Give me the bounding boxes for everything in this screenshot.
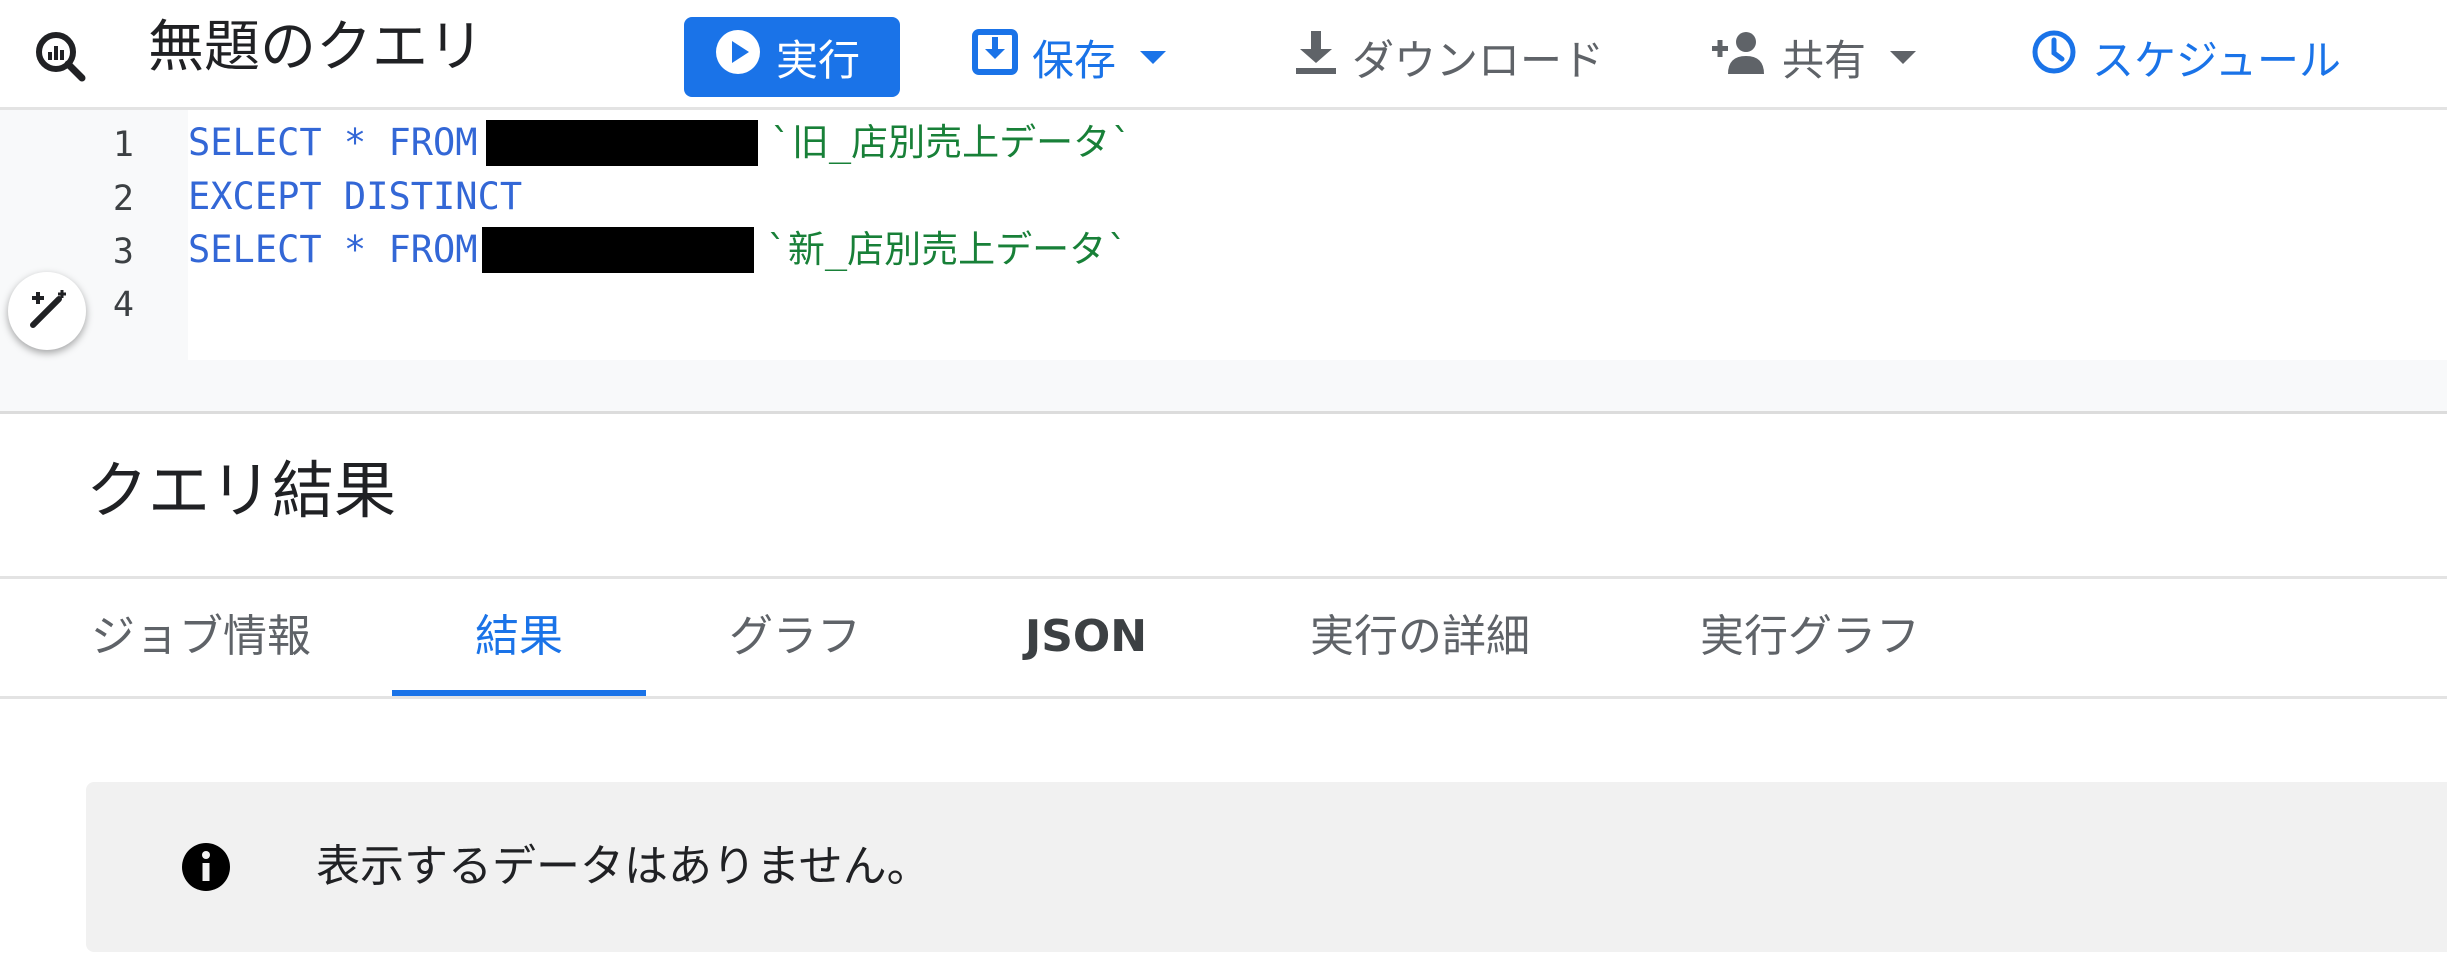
magic-wand-icon	[23, 285, 71, 337]
run-button[interactable]: 実行	[684, 17, 900, 97]
query-toolbar: 無題のクエリ 実行 保存 ダウンロード 共有 スケジュール	[0, 0, 2447, 110]
code-area[interactable]: SELECT * FROM `旧_店別売上データ` EXCEPT DISTINC…	[188, 110, 2447, 360]
code-line[interactable]: SELECT * FROM `旧_店別売上データ`	[188, 116, 1132, 170]
bigquery-editor-window: 無題のクエリ 実行 保存 ダウンロード 共有 スケジュール 1 2 3 4 SE…	[0, 0, 2447, 966]
editor-footer-strip	[0, 360, 2447, 414]
schedule-button-label: スケジュール	[2092, 35, 2342, 85]
tab-results[interactable]: 結果	[392, 579, 646, 696]
query-title[interactable]: 無題のクエリ	[148, 10, 484, 86]
sql-keyword: SELECT * FROM	[188, 228, 478, 271]
chevron-down-icon	[1890, 50, 1917, 64]
sql-keyword: SELECT * FROM	[188, 121, 478, 164]
clock-icon	[2030, 28, 2078, 86]
results-tabs: ジョブ情報 結果 グラフ JSON 実行の詳細 実行グラフ	[0, 579, 2447, 699]
results-title: クエリ結果	[86, 454, 397, 527]
save-button-label: 保存	[1032, 35, 1117, 85]
sql-editor[interactable]: 1 2 3 4 SELECT * FROM `旧_店別売上データ` EXCEPT…	[0, 110, 2447, 360]
schedule-button[interactable]: スケジュール	[2030, 17, 2341, 97]
download-button-label: ダウンロード	[1352, 35, 1605, 85]
redacted-dataset	[481, 227, 754, 273]
info-icon	[178, 839, 234, 895]
tab-chart[interactable]: グラフ	[720, 579, 870, 696]
share-button-label: 共有	[1782, 35, 1867, 85]
chevron-down-icon	[1140, 50, 1167, 64]
line-number: 1	[112, 125, 134, 165]
tab-json[interactable]: JSON	[1016, 579, 1156, 696]
tab-job-info[interactable]: ジョブ情報	[86, 579, 316, 696]
table-name: `旧_店別売上データ`	[769, 121, 1133, 164]
share-button[interactable]: 共有	[1712, 17, 1917, 97]
sql-keyword: EXCEPT DISTINCT	[188, 175, 523, 218]
run-button-label: 実行	[776, 35, 861, 85]
redacted-dataset	[485, 120, 758, 166]
download-button[interactable]: ダウンロード	[1294, 17, 1604, 97]
no-data-message: 表示するデータはありません。	[316, 841, 931, 892]
code-line[interactable]: EXCEPT DISTINCT	[188, 170, 522, 224]
download-icon	[1294, 29, 1338, 85]
table-name: `新_店別売上データ`	[765, 228, 1129, 271]
no-data-message-panel: 表示するデータはありません。	[86, 782, 2447, 952]
code-line[interactable]: SELECT * FROM `新_店別売上データ`	[188, 223, 1128, 277]
person-add-icon	[1712, 30, 1768, 84]
line-number: 2	[112, 179, 134, 219]
query-magnifier-icon	[30, 26, 90, 86]
save-button[interactable]: 保存	[972, 17, 1167, 97]
tab-execution-graph[interactable]: 実行グラフ	[1692, 579, 1928, 696]
play-icon	[714, 28, 762, 86]
line-number: 3	[112, 232, 134, 272]
tab-execution-details[interactable]: 実行の詳細	[1302, 579, 1538, 696]
save-icon	[972, 29, 1018, 85]
ai-assist-button[interactable]	[8, 272, 86, 350]
